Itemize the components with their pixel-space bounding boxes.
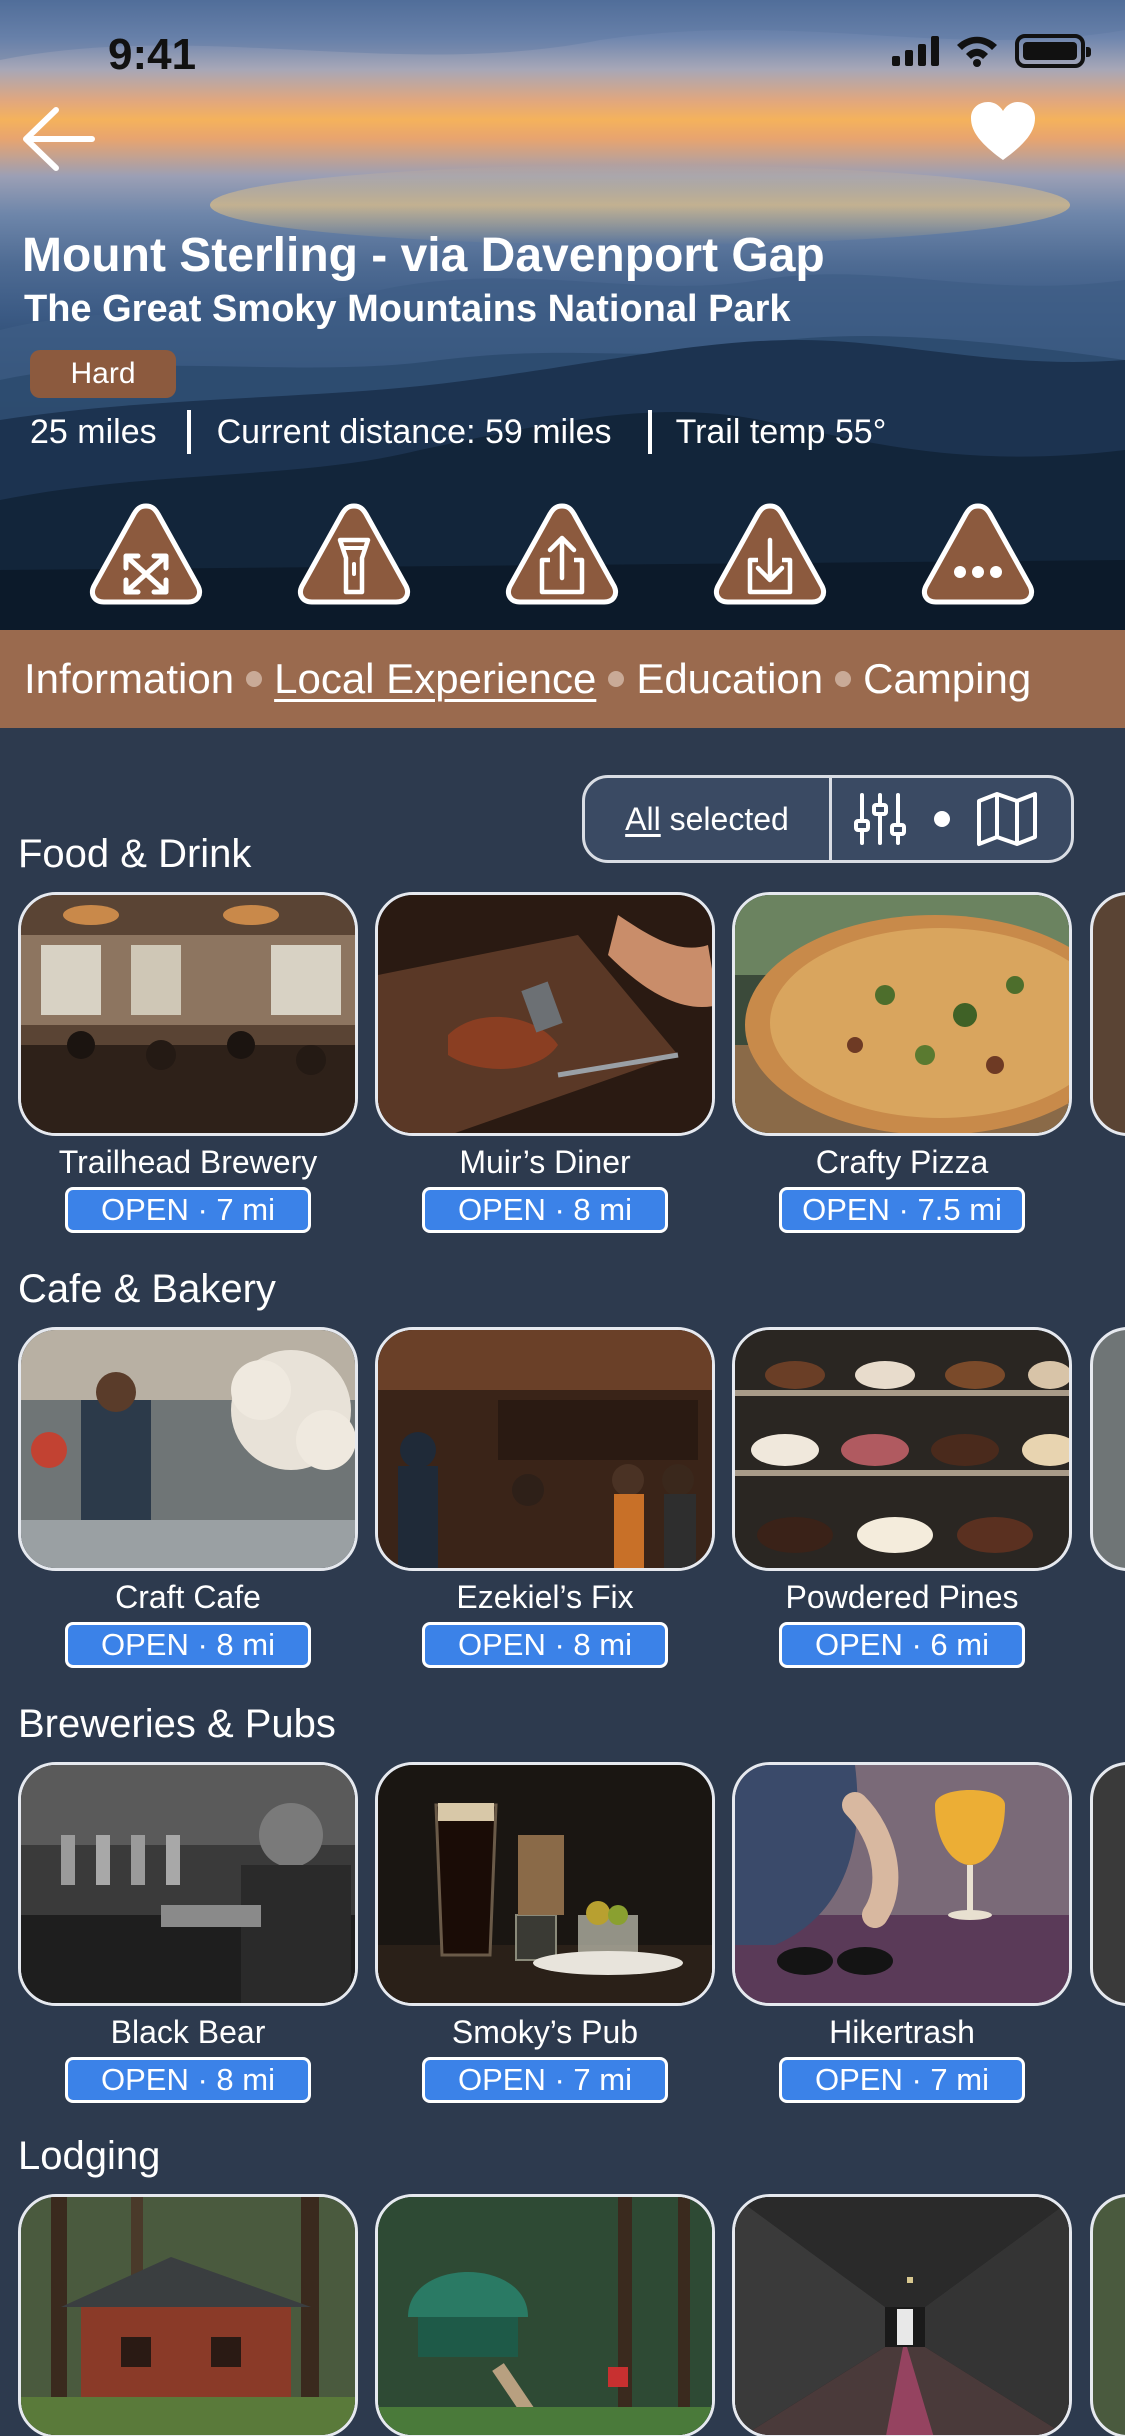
place-photo [732,1327,1072,1571]
place-photo [18,1762,358,2006]
status-icons [892,34,1091,68]
selected-label: selected [660,800,789,837]
status-time: 9:41 [108,30,197,79]
place-card[interactable]: Black Bear OPEN · 8 mi [18,1762,358,2103]
expand-icon [89,503,203,605]
more-button[interactable] [920,500,1036,606]
place-card[interactable]: Craft Cafe OPEN · 8 mi [18,1327,358,1668]
open-distance-badge: OPEN · 8 mi [422,1187,668,1233]
flashlight-button[interactable] [296,500,412,606]
place-name: Craft Cafe [115,1579,261,1615]
place-photo [375,892,715,1136]
action-buttons [0,500,1125,610]
filter-separator-dot [934,811,950,827]
section-title-cafe-bakery: Cafe & Bakery [18,1267,276,1311]
next-card-peek[interactable] [1090,2194,1125,2436]
place-photo [732,1762,1072,2006]
place-name: Trailhead Brewery [58,1144,318,1180]
place-card[interactable] [732,2194,1072,2436]
open-distance-badge: OPEN · 8 mi [65,2057,311,2103]
download-icon [713,503,827,605]
map-icon[interactable] [976,791,1038,847]
trail-title: Mount Sterling - via Davenport Gap [22,229,825,282]
place-card[interactable]: Ezekiel’s Fix OPEN · 8 mi [375,1327,715,1668]
difficulty-badge: Hard [30,350,176,398]
filter-divider [829,776,832,862]
open-distance-badge: OPEN · 7 mi [422,2057,668,2103]
place-name: Black Bear [110,2014,266,2050]
place-photo [732,892,1072,1136]
place-photo [375,2194,715,2436]
section-title-lodging: Lodging [18,2134,161,2178]
section-tabs: Information Local Experience Education C… [0,630,1125,728]
place-card[interactable] [18,2194,358,2436]
place-name: Smoky’s Pub [451,2014,639,2050]
place-name: Crafty Pizza [815,1144,989,1180]
filter-sliders-icon[interactable] [852,791,908,847]
share-icon [505,503,619,605]
place-photo [375,1327,715,1571]
share-button[interactable] [504,500,620,606]
open-distance-badge: OPEN · 6 mi [779,1622,1025,1668]
wifi-icon [957,36,997,67]
place-card[interactable]: Hikertrash OPEN · 7 mi [732,1762,1072,2103]
current-distance: Current distance: 59 miles [216,412,612,451]
place-photo [18,892,358,1136]
place-card[interactable]: Muir’s Diner OPEN · 8 mi [375,892,715,1233]
next-card-peek[interactable] [1090,892,1125,1136]
tab-camping[interactable]: Camping [863,655,1031,703]
flashlight-icon [297,503,411,605]
tab-education[interactable]: Education [636,655,823,703]
place-name: Hikertrash [829,2014,975,2050]
next-card-peek[interactable] [1090,1327,1125,1571]
tab-local-experience[interactable]: Local Experience [274,655,596,703]
open-distance-badge: OPEN · 7 mi [65,1187,311,1233]
section-title-breweries-pubs: Breweries & Pubs [18,1702,336,1746]
hero-header: 9:41 Mount Sterling - via Davenport Gap … [0,0,1125,630]
cellular-signal-icon [892,36,939,66]
stat-divider [186,410,191,454]
stat-divider [647,410,652,454]
tab-separator [835,671,852,687]
battery-icon [1015,34,1091,68]
place-photo [732,2194,1072,2436]
open-distance-badge: OPEN · 7 mi [779,2057,1025,2103]
filter-bar: All selected [582,775,1074,863]
more-icon [921,503,1035,605]
place-card[interactable] [375,2194,715,2436]
download-button[interactable] [712,500,828,606]
tab-separator [246,671,263,687]
open-distance-badge: OPEN · 8 mi [65,1622,311,1668]
place-photo [375,1762,715,2006]
place-name: Powdered Pines [785,1579,1019,1615]
place-photo [18,2194,358,2436]
trail-length: 25 miles [30,412,157,451]
open-distance-badge: OPEN · 8 mi [422,1622,668,1668]
place-card[interactable]: Smoky’s Pub OPEN · 7 mi [375,1762,715,2103]
category-filter-button[interactable]: All selected [585,801,829,838]
place-card[interactable]: Crafty Pizza OPEN · 7.5 mi [732,892,1072,1233]
section-title-food-drink: Food & Drink [18,832,252,876]
favorite-heart-icon[interactable] [968,100,1038,164]
next-card-peek[interactable] [1090,1762,1125,2006]
place-card[interactable]: Powdered Pines OPEN · 6 mi [732,1327,1072,1668]
expand-button[interactable] [88,500,204,606]
back-arrow-icon[interactable] [20,104,96,174]
place-card[interactable]: Trailhead Brewery OPEN · 7 mi [18,892,358,1233]
place-name: Ezekiel’s Fix [456,1579,634,1615]
open-distance-badge: OPEN · 7.5 mi [779,1187,1025,1233]
trail-temp: Trail temp 55° [675,412,887,451]
all-link: All [625,800,661,837]
tab-separator [608,671,625,687]
place-name: Muir’s Diner [459,1144,631,1180]
tab-information[interactable]: Information [24,655,234,703]
park-name: The Great Smoky Mountains National Park [24,288,791,330]
trail-stats: 25 miles Current distance: 59 miles Trai… [30,410,886,454]
place-photo [18,1327,358,1571]
